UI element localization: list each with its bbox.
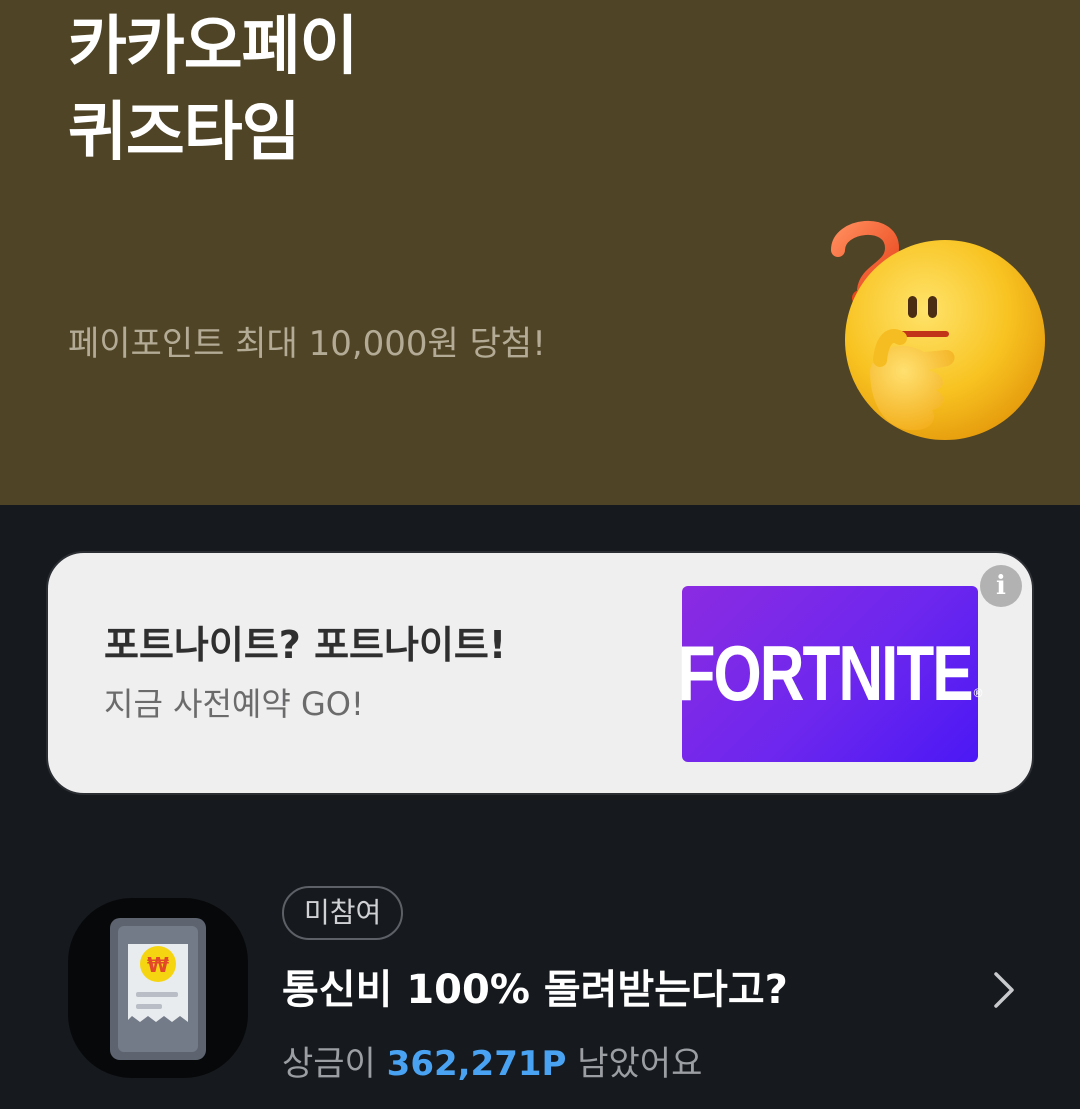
ad-title: 포트나이트? 포트나이트! xyxy=(104,623,507,667)
ad-image-text: FORTNITE xyxy=(677,630,974,718)
receipt-won-icon: ₩ xyxy=(110,918,206,1060)
hero-title-line1: 카카오페이 xyxy=(68,10,358,84)
hero-title-line2: 퀴즈타임 xyxy=(68,96,301,170)
chevron-right-icon[interactable] xyxy=(986,968,1020,1012)
prize-amount: 362,271P xyxy=(386,1044,567,1084)
status-badge: 미참여 xyxy=(282,886,404,940)
svg-text:₩: ₩ xyxy=(147,953,169,977)
hero-title: 카카오페이 퀴즈타임 xyxy=(68,4,358,176)
thinking-face-icon xyxy=(831,220,1045,440)
prize-suffix: 남았어요 xyxy=(566,1044,703,1084)
quiz-title[interactable]: 통신비 100% 돌려받는다고? xyxy=(282,960,788,1020)
quiz-prize-text: 상금이 362,271P 남았어요 xyxy=(282,1036,702,1092)
ad-card[interactable]: 포트나이트? 포트나이트! 지금 사전예약 GO! FORTNITE ® i xyxy=(46,551,1034,795)
info-icon[interactable]: i xyxy=(980,565,1022,607)
prize-prefix: 상금이 xyxy=(282,1044,387,1084)
hero-subtitle: 페이포인트 최대 10,000원 당첨! xyxy=(68,324,546,364)
quiz-thumbnail[interactable]: ₩ xyxy=(68,898,248,1078)
ad-image-reg-mark: ® xyxy=(973,686,983,700)
ad-subtitle: 지금 사전예약 GO! xyxy=(104,685,364,723)
quiz-hero-banner: 카카오페이 퀴즈타임 페이포인트 최대 10,000원 당첨! xyxy=(0,0,1080,505)
fortnite-ad-image[interactable]: FORTNITE ® xyxy=(678,586,982,762)
